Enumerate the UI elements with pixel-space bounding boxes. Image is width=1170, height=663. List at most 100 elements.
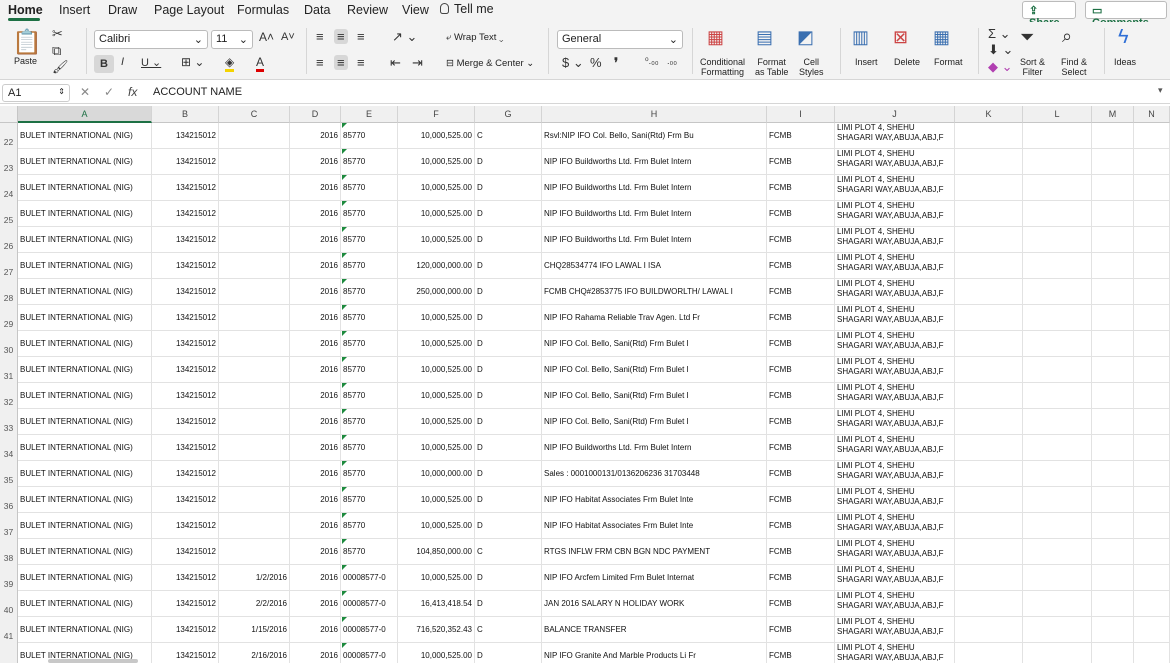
cell-h[interactable]: NIP IFO Col. Bello, Sani(Rtd) Frm Bulet … [542, 409, 767, 435]
cell-d[interactable]: 2016 [290, 279, 341, 305]
row-header[interactable]: 33 [0, 409, 18, 435]
cell-f[interactable]: 10,000,000.00 [398, 461, 475, 487]
align-middle-icon[interactable]: ≡ [334, 29, 348, 44]
column-header-l[interactable]: L [1023, 106, 1092, 123]
cell-c[interactable]: 2/16/2016 [219, 643, 290, 663]
cell-a[interactable]: BULET INTERNATIONAL (NIG) [18, 227, 152, 253]
cell-d[interactable]: 2016 [290, 409, 341, 435]
comma-style-icon[interactable]: ❜ [614, 55, 618, 71]
cell-j[interactable]: LIMI PLOT 4, SHEHU SHAGARI WAY,ABUJA,ABJ… [835, 149, 955, 175]
cell-h[interactable]: NIP IFO Buildworths Ltd. Frm Bulet Inter… [542, 149, 767, 175]
cell-g[interactable]: D [475, 643, 542, 663]
row-header[interactable]: 35 [0, 461, 18, 487]
cell-e[interactable]: 00008577-0 [341, 643, 398, 663]
cell-c[interactable] [219, 487, 290, 513]
column-header-d[interactable]: D [290, 106, 341, 123]
cell-m[interactable] [1092, 435, 1134, 461]
cell-h[interactable]: Sales : 0001000131/0136206236 31703448 [542, 461, 767, 487]
cell-n[interactable] [1134, 591, 1170, 617]
comments-button[interactable]: ▭ Comments [1085, 1, 1167, 29]
cell-b[interactable]: 134215012 [152, 591, 219, 617]
row-header[interactable]: 26 [0, 227, 18, 253]
conditional-formatting-button[interactable]: Conditional Formatting [700, 57, 745, 77]
cell-e[interactable]: 85770 [341, 331, 398, 357]
cell-b[interactable]: 134215012 [152, 357, 219, 383]
paste-icon[interactable]: 📋 [12, 28, 42, 57]
cell-h[interactable]: NIP IFO Buildworths Ltd. Frm Bulet Inter… [542, 227, 767, 253]
cell-d[interactable]: 2016 [290, 461, 341, 487]
sort-filter-icon[interactable]: ⏷ [1020, 27, 1034, 48]
column-header-b[interactable]: B [152, 106, 219, 123]
cell-h[interactable]: RTGS INFLW FRM CBN BGN NDC PAYMENT [542, 539, 767, 565]
cell-l[interactable] [1023, 643, 1092, 663]
cell-c[interactable] [219, 383, 290, 409]
cell-n[interactable] [1134, 409, 1170, 435]
cell-g[interactable]: D [475, 461, 542, 487]
cell-g[interactable]: D [475, 331, 542, 357]
cell-h[interactable]: FCMB CHQ#2853775 IFO BUILDWORLTH/ LAWAL … [542, 279, 767, 305]
align-left-icon[interactable]: ≡ [316, 55, 324, 70]
cell-j[interactable]: LIMI PLOT 4, SHEHU SHAGARI WAY,ABUJA,ABJ… [835, 461, 955, 487]
paste-button[interactable]: Paste [14, 56, 37, 66]
column-header-n[interactable]: N [1134, 106, 1170, 123]
cell-k[interactable] [955, 539, 1023, 565]
row-header[interactable]: 32 [0, 383, 18, 409]
row-header[interactable] [0, 643, 18, 663]
cell-b[interactable]: 134215012 [152, 279, 219, 305]
cell-k[interactable] [955, 331, 1023, 357]
cell-b[interactable]: 134215012 [152, 123, 219, 149]
cell-g[interactable]: D [475, 201, 542, 227]
cell-g[interactable]: C [475, 539, 542, 565]
cell-f[interactable]: 104,850,000.00 [398, 539, 475, 565]
cell-e[interactable]: 85770 [341, 123, 398, 149]
cell-d[interactable]: 2016 [290, 357, 341, 383]
cell-g[interactable]: D [475, 305, 542, 331]
cell-b[interactable]: 134215012 [152, 227, 219, 253]
cell-f[interactable]: 250,000,000.00 [398, 279, 475, 305]
cell-m[interactable] [1092, 409, 1134, 435]
cell-c[interactable] [219, 279, 290, 305]
cell-l[interactable] [1023, 539, 1092, 565]
cell-styles-icon[interactable]: ◩ [797, 27, 814, 48]
cell-b[interactable]: 134215012 [152, 513, 219, 539]
cell-k[interactable] [955, 435, 1023, 461]
cell-m[interactable] [1092, 357, 1134, 383]
cell-h[interactable]: NIP IFO Habitat Associates Frm Bulet Int… [542, 513, 767, 539]
format-painter-icon[interactable]: 🖌 [52, 59, 69, 75]
row-header[interactable]: 41 [0, 617, 18, 643]
cell-m[interactable] [1092, 461, 1134, 487]
cell-n[interactable] [1134, 149, 1170, 175]
cell-l[interactable] [1023, 565, 1092, 591]
cell-b[interactable]: 134215012 [152, 175, 219, 201]
cell-g[interactable]: D [475, 279, 542, 305]
cell-c[interactable] [219, 435, 290, 461]
cell-j[interactable]: LIMI PLOT 4, SHEHU SHAGARI WAY,ABUJA,ABJ… [835, 409, 955, 435]
cell-m[interactable] [1092, 591, 1134, 617]
cell-n[interactable] [1134, 435, 1170, 461]
tell-me-box[interactable]: Tell me [440, 2, 494, 16]
cell-i[interactable]: FCMB [767, 383, 835, 409]
cell-i[interactable]: FCMB [767, 279, 835, 305]
cell-j[interactable]: LIMI PLOT 4, SHEHU SHAGARI WAY,ABUJA,ABJ… [835, 539, 955, 565]
row-header[interactable]: 39 [0, 565, 18, 591]
cell-j[interactable]: LIMI PLOT 4, SHEHU SHAGARI WAY,ABUJA,ABJ… [835, 305, 955, 331]
find-select-icon[interactable]: ⌕ [1062, 26, 1072, 47]
font-size-select[interactable]: 11 ⌄ [211, 30, 253, 49]
cell-m[interactable] [1092, 227, 1134, 253]
cell-i[interactable]: FCMB [767, 175, 835, 201]
cell-h[interactable]: NIP IFO Buildworths Ltd. Frm Bulet Inter… [542, 435, 767, 461]
cell-i[interactable]: FCMB [767, 513, 835, 539]
cell-b[interactable]: 134215012 [152, 149, 219, 175]
cancel-icon[interactable]: ✕ [80, 85, 90, 99]
cell-e[interactable]: 85770 [341, 227, 398, 253]
tab-draw[interactable]: Draw [108, 3, 137, 17]
cell-d[interactable]: 2016 [290, 565, 341, 591]
row-header[interactable]: 27 [0, 253, 18, 279]
cell-f[interactable]: 10,000,525.00 [398, 565, 475, 591]
row-header[interactable]: 22 [0, 123, 18, 149]
cell-g[interactable]: C [475, 123, 542, 149]
cell-d[interactable]: 2016 [290, 123, 341, 149]
cell-d[interactable]: 2016 [290, 617, 341, 643]
cell-g[interactable]: D [475, 357, 542, 383]
orientation-icon[interactable]: ↗ ⌄ [392, 29, 417, 45]
